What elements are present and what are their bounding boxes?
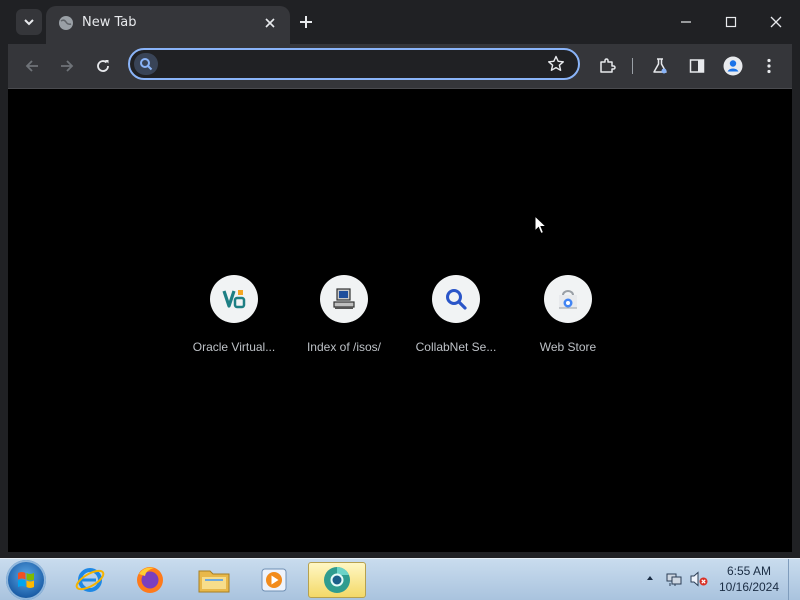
shortcut-icon-circle bbox=[210, 275, 258, 323]
search-icon bbox=[446, 289, 467, 310]
shortcut-tile[interactable]: CollabNet Se... bbox=[400, 275, 512, 365]
show-desktop-button[interactable] bbox=[788, 559, 800, 600]
clock-date: 10/16/2024 bbox=[718, 580, 780, 594]
chrome-menu-button[interactable] bbox=[757, 54, 781, 78]
media-player-icon bbox=[261, 568, 287, 592]
more-vert-icon bbox=[767, 58, 771, 74]
close-icon bbox=[770, 16, 782, 28]
browser-toolbar bbox=[8, 44, 792, 89]
title-bar: New Tab bbox=[8, 0, 792, 44]
maximize-button[interactable] bbox=[713, 8, 749, 36]
puzzle-icon bbox=[600, 58, 616, 73]
show-hidden-icons-button[interactable] bbox=[645, 573, 655, 583]
toolbar-divider bbox=[632, 58, 633, 74]
labs-button[interactable] bbox=[648, 54, 672, 78]
network-icon[interactable] bbox=[666, 571, 682, 587]
taskbar-media-player[interactable] bbox=[246, 562, 302, 598]
system-clock[interactable]: 6:55 AM 10/16/2024 bbox=[712, 563, 786, 595]
side-panel-icon bbox=[689, 59, 705, 73]
taskbar-chrome-canary[interactable] bbox=[308, 562, 366, 598]
search-icon bbox=[140, 58, 153, 71]
chrome-canary-icon bbox=[324, 567, 350, 593]
arrow-left-icon bbox=[25, 60, 38, 72]
minimize-icon bbox=[681, 21, 691, 23]
tab-search-button[interactable] bbox=[16, 9, 42, 35]
tab-new-tab[interactable]: New Tab bbox=[46, 6, 290, 44]
taskbar: 6:55 AM 10/16/2024 bbox=[0, 558, 800, 600]
shortcut-icon-circle bbox=[544, 275, 592, 323]
extensions-button[interactable] bbox=[595, 54, 619, 78]
mouse-cursor-icon bbox=[534, 215, 548, 235]
maximize-icon bbox=[725, 16, 737, 28]
new-tab-page: Oracle Virtual... Index of /isos/ Collab… bbox=[8, 89, 792, 546]
computer-icon bbox=[333, 288, 355, 309]
shortcut-tile[interactable]: Web Store bbox=[512, 275, 624, 365]
windows-logo-icon bbox=[18, 572, 34, 588]
taskbar-internet-explorer[interactable] bbox=[62, 562, 118, 598]
clock-time: 6:55 AM bbox=[726, 564, 772, 578]
shortcut-label: Index of /isos/ bbox=[306, 340, 382, 354]
desktop-screen: New Tab Oracle Virtual... Index of /isos… bbox=[0, 0, 800, 600]
bookmark-star-icon[interactable] bbox=[546, 54, 566, 74]
internet-explorer-icon bbox=[75, 568, 105, 592]
globe-icon bbox=[59, 16, 73, 30]
back-button[interactable] bbox=[20, 54, 44, 78]
shortcut-label: Oracle Virtual... bbox=[192, 340, 276, 354]
start-button[interactable] bbox=[6, 560, 46, 600]
file-explorer-icon bbox=[198, 570, 230, 593]
shortcut-tile[interactable]: Index of /isos/ bbox=[288, 275, 400, 365]
search-engine-chip[interactable] bbox=[134, 53, 158, 75]
shortcut-tile[interactable]: Oracle Virtual... bbox=[178, 275, 290, 365]
chevron-down-icon bbox=[24, 19, 34, 26]
minimize-button[interactable] bbox=[668, 8, 704, 36]
profile-button[interactable] bbox=[721, 54, 745, 78]
side-panel-button[interactable] bbox=[685, 54, 709, 78]
taskbar-file-explorer[interactable] bbox=[186, 562, 242, 598]
shortcut-label: Web Store bbox=[539, 340, 597, 354]
reload-button[interactable] bbox=[91, 54, 115, 78]
shortcut-icon-circle bbox=[432, 275, 480, 323]
taskbar-firefox[interactable] bbox=[122, 562, 178, 598]
virtualbox-icon bbox=[222, 290, 246, 309]
shortcut-icon-circle bbox=[320, 275, 368, 323]
close-icon[interactable] bbox=[262, 15, 278, 31]
browser-window: New Tab Oracle Virtual... Index of /isos… bbox=[0, 0, 800, 558]
web-store-icon bbox=[559, 290, 577, 309]
avatar-icon bbox=[723, 56, 743, 76]
flask-icon bbox=[653, 58, 667, 74]
forward-button[interactable] bbox=[55, 54, 79, 78]
shortcut-label: CollabNet Se... bbox=[415, 340, 497, 354]
volume-muted-icon[interactable] bbox=[690, 571, 708, 587]
address-input[interactable] bbox=[164, 54, 538, 76]
address-bar[interactable] bbox=[128, 48, 580, 80]
new-tab-button[interactable] bbox=[296, 12, 316, 32]
arrow-right-icon bbox=[61, 60, 74, 72]
firefox-icon bbox=[137, 567, 163, 593]
tab-title: New Tab bbox=[82, 15, 137, 30]
close-window-button[interactable] bbox=[758, 8, 794, 36]
reload-icon bbox=[97, 60, 109, 72]
